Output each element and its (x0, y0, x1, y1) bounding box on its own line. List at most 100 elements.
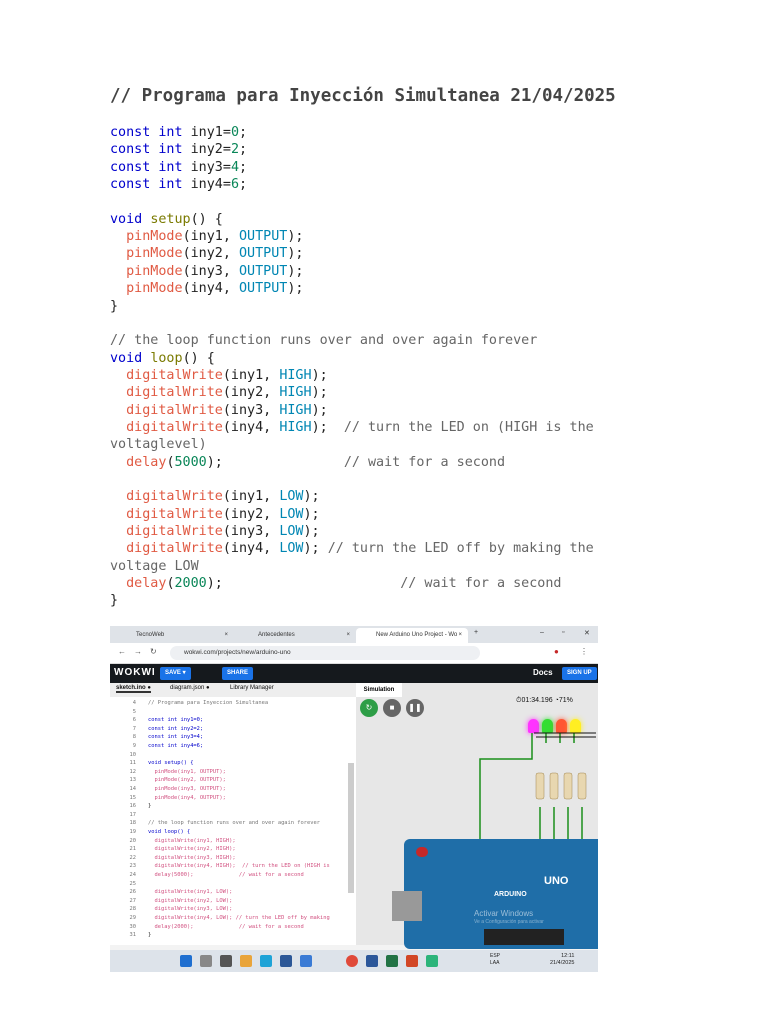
code-token: digitalWrite (126, 541, 223, 557)
share-button[interactable]: SHARE (222, 667, 254, 680)
code-token: (iny4, (222, 419, 280, 435)
line-number: 20 (129, 837, 137, 844)
edge-icon[interactable] (260, 955, 272, 967)
code-token: // wait for a second (343, 454, 506, 470)
line-number: 8 (132, 734, 136, 741)
explorer-icon[interactable] (240, 955, 252, 967)
code-token: const int (110, 177, 191, 193)
code-line: delay(2000); // wait for a second (110, 575, 561, 592)
watermark-sub: Ve a Configuración para activar (474, 919, 544, 925)
browser-tab[interactable]: TecnoWeb × (116, 628, 234, 643)
new-tab-icon[interactable]: + (474, 629, 478, 636)
line-number: 29 (129, 915, 137, 921)
editor-lines: 4 // Programa para Inyeccion Simultanea 5 6… (110, 699, 350, 945)
line-number: 11 (129, 760, 137, 767)
line-number: 24 (129, 872, 137, 878)
url-field[interactable]: wokwi.com/projects/new/arduino-uno (170, 646, 480, 660)
code-token: ; (239, 177, 248, 193)
chip (484, 929, 564, 945)
signup-button[interactable]: SIGN UP (562, 667, 597, 680)
close-window-icon[interactable]: ✕ (584, 629, 590, 637)
board-label: UNO (544, 875, 569, 887)
tab-sketch[interactable]: sketch.ino ● (116, 685, 151, 693)
code-line: delay(5000); // wait for a second (110, 454, 505, 471)
code-token: (iny2, (222, 506, 280, 522)
code-token: 0 (230, 125, 239, 140)
tab-label: Antecedentes (258, 632, 295, 638)
code-token: ); (311, 385, 328, 401)
windows-taskbar: ESP LAA 12:11 21/4/2025 (110, 950, 598, 972)
line-number: 10 (129, 751, 137, 758)
line-number: 21 (129, 846, 137, 853)
back-icon[interactable]: ← (118, 647, 126, 656)
mail-icon[interactable] (300, 955, 312, 967)
clock[interactable]: 12:11 21/4/2025 (550, 953, 574, 967)
docs-link[interactable]: Docs (533, 668, 553, 677)
close-icon[interactable]: × (224, 628, 228, 643)
code-token: ); (303, 524, 320, 540)
start-icon[interactable] (180, 955, 192, 967)
wokwi-screenshot: TecnoWeb × Antecedentes × New Arduino Uno … (110, 626, 598, 972)
excel-icon[interactable] (386, 955, 398, 967)
taskview-icon[interactable] (220, 955, 232, 967)
editor-scrollbar[interactable] (348, 763, 354, 893)
close-icon[interactable]: × (458, 628, 462, 643)
code-line: const int iny1=0; (110, 124, 247, 141)
arduino-board[interactable]: UNO ARDUINO Activar Windows Ve a Configu… (392, 839, 598, 949)
code-token: 2000 (174, 576, 207, 592)
code-token: OUTPUT (239, 263, 288, 279)
code-token: ; (239, 142, 248, 158)
menu-icon[interactable]: ⋮ (580, 647, 588, 656)
minimize-icon[interactable]: – (540, 629, 544, 636)
powerpoint-icon[interactable] (406, 955, 418, 967)
code-token: (iny1, (222, 489, 280, 505)
code-token: // turn the LED off by making the (327, 541, 594, 557)
code-token: voltaglevel) (110, 437, 207, 453)
tab-diagram[interactable]: diagram.json ● (170, 685, 210, 691)
code-token: digitalWrite (126, 402, 223, 418)
code-token: const int (110, 125, 191, 140)
save-button[interactable]: SAVE ▾ (160, 667, 191, 680)
maximize-icon[interactable]: ▫ (562, 629, 564, 636)
store-icon[interactable] (280, 955, 292, 967)
search-icon[interactable] (200, 955, 212, 967)
reload-icon[interactable]: ↻ (150, 647, 157, 656)
line-number: 5 (132, 708, 136, 715)
code-token: HIGH (279, 385, 312, 401)
word-icon[interactable] (366, 955, 378, 967)
code-line: pinMode(iny2, OUTPUT); (110, 245, 303, 262)
code-token: delay (126, 454, 167, 470)
code-line: digitalWrite(iny4, LOW); // turn the LED… (110, 540, 594, 557)
profile-icon[interactable]: ● (554, 647, 559, 656)
code-token: ); (303, 541, 328, 557)
code-token: digitalWrite (126, 506, 223, 522)
reset-button[interactable] (416, 847, 428, 857)
code-token: iny2= (190, 142, 231, 158)
editor-code: delay(2000); // wait for a second (148, 923, 304, 930)
line-number: 23 (129, 863, 137, 870)
address-bar: ← → ↻ wokwi.com/projects/new/arduino-uno… (110, 643, 598, 664)
browser-tab[interactable]: Antecedentes × (238, 628, 356, 643)
language-indicator[interactable]: ESP LAA (490, 953, 500, 967)
app-icon[interactable] (426, 955, 438, 967)
line-number: 16 (129, 803, 137, 810)
code-line: pinMode(iny3, OUTPUT); (110, 263, 303, 280)
chrome-icon[interactable] (346, 955, 358, 967)
code-token: (iny2, (182, 246, 239, 262)
code-editor[interactable]: sketch.ino ● diagram.json ● Library Mana… (110, 683, 356, 945)
code-token: ); (206, 576, 401, 592)
code-token: digitalWrite (126, 367, 223, 383)
editor-code: } (148, 932, 152, 939)
close-icon[interactable]: × (346, 628, 350, 643)
tab-library-manager[interactable]: Library Manager (230, 685, 274, 691)
editor-code: } (148, 803, 152, 810)
code-line: digitalWrite(iny1, HIGH); (110, 367, 328, 384)
forward-icon[interactable]: → (134, 647, 142, 656)
browser-tab-active[interactable]: New Arduino Uno Project - Wo × (356, 628, 468, 643)
code-token: (iny1, (182, 229, 239, 245)
